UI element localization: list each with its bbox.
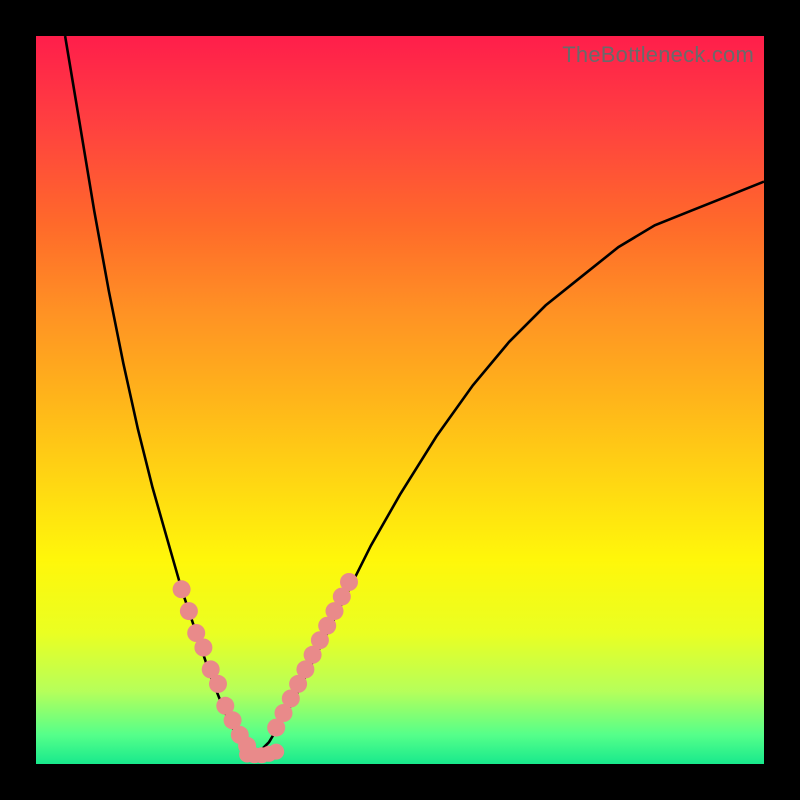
bottleneck-curve-plot (36, 36, 764, 764)
highlight-dot (173, 580, 191, 598)
highlight-dots-left (173, 580, 257, 755)
highlight-dot (340, 573, 358, 591)
highlight-dot (194, 639, 212, 657)
chart-canvas: TheBottleneck.com (36, 36, 764, 764)
highlight-dot (180, 602, 198, 620)
curve-right-branch (254, 182, 764, 757)
highlight-dot (268, 744, 284, 760)
highlight-dot (209, 675, 227, 693)
curve-left-branch (65, 36, 254, 757)
highlight-dots-right (267, 573, 358, 737)
